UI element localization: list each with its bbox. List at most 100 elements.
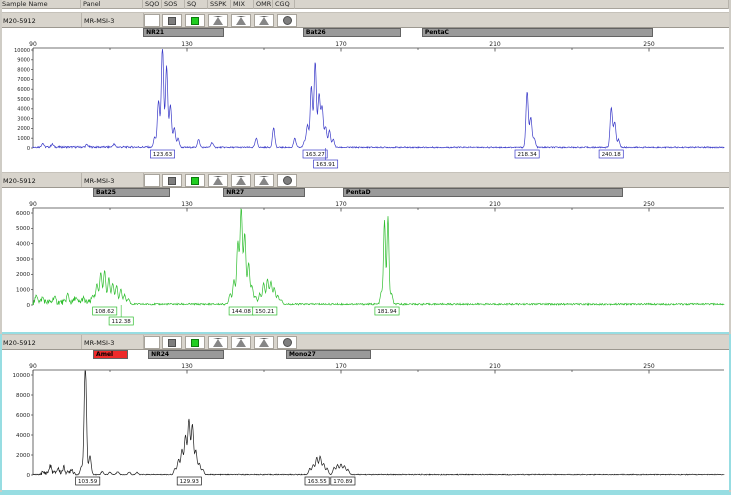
allele-label-text: 103.59 (78, 479, 98, 485)
omr-flag-cell[interactable] (254, 336, 274, 349)
allele-label-text: 170.89 (333, 479, 353, 485)
sos-flag-cell[interactable] (162, 336, 182, 349)
col-sample-name[interactable]: Sample Name (0, 0, 81, 9)
marker-nr24[interactable]: NR24 (148, 350, 224, 359)
y-tick-label: 1000 (16, 287, 30, 293)
marker-nr27[interactable]: NR27 (223, 188, 305, 197)
cgq-flag-cell[interactable] (277, 336, 297, 349)
sq-flag-icon (191, 339, 199, 347)
electropherogram-panel-3: M20-5912 MR-MSI-3 Amel NR24 Mono27 90 130 17… (0, 334, 731, 490)
y-tick-label: 6000 (17, 87, 30, 93)
y-tick-label: 9000 (17, 58, 30, 64)
sqo-cell[interactable] (144, 174, 160, 187)
y-tick-label: 10000 (13, 373, 31, 379)
electropherogram-plot[interactable]: 901301702102500200040006000800010000103.… (0, 360, 731, 490)
mix-flag-icon (236, 176, 246, 185)
col-sqo[interactable]: SQO (143, 0, 162, 9)
allele-label-text: 123.63 (153, 152, 173, 158)
panel-name: MR-MSI-3 (84, 339, 114, 347)
sqo-cell[interactable] (144, 14, 160, 27)
omr-flag-cell[interactable] (254, 174, 274, 187)
y-tick-label: 0 (27, 303, 31, 309)
col-omr[interactable]: OMR (254, 0, 273, 9)
marker-row: Amel NR24 Mono27 (0, 350, 731, 360)
x-tick-label: 90 (29, 201, 37, 208)
electropherogram-plot[interactable]: 9013017021025001000200030004000500060001… (0, 198, 731, 330)
marker-nr21[interactable]: NR21 (143, 28, 224, 37)
allele-label-text: 150.21 (255, 309, 274, 315)
y-tick-label: 2000 (16, 272, 30, 278)
sos-flag-cell[interactable] (162, 174, 182, 187)
col-panel[interactable]: Panel (81, 0, 143, 9)
allele-label-text: 218.34 (517, 152, 537, 158)
omr-flag-icon (259, 338, 269, 347)
selected-panel-highlight: M20-5912 MR-MSI-3 Amel NR24 Mono27 90 130 17… (0, 332, 731, 492)
x-tick-label: 250 (643, 363, 655, 370)
y-tick-label: 5000 (16, 226, 30, 232)
col-sos[interactable]: SOS (162, 0, 185, 9)
marker-mono27[interactable]: Mono27 (286, 350, 371, 359)
allele-label-text: 108.62 (95, 309, 114, 315)
x-tick-label: 90 (29, 41, 37, 48)
x-tick-label: 250 (643, 201, 655, 208)
cgq-flag-cell[interactable] (277, 14, 297, 27)
sample-name: M20-5912 (3, 177, 36, 185)
column-header-row: Sample Name Panel SQO SOS SQ SSPK MIX OM… (0, 0, 731, 9)
sample-row[interactable]: M20-5912 MR-MSI-3 (0, 334, 731, 350)
sspk-flag-cell[interactable] (208, 336, 228, 349)
mix-flag-cell[interactable] (231, 336, 251, 349)
sq-flag-cell[interactable] (185, 336, 205, 349)
marker-bat25[interactable]: Bat25 (93, 188, 170, 197)
y-tick-label: 6000 (16, 211, 30, 217)
y-tick-label: 8000 (17, 67, 30, 73)
y-tick-label: 4000 (17, 107, 30, 113)
sq-flag-cell[interactable] (185, 174, 205, 187)
cell-divider (81, 335, 82, 349)
col-mix[interactable]: MIX (231, 0, 254, 9)
mix-flag-cell[interactable] (231, 14, 251, 27)
cgq-flag-cell[interactable] (277, 174, 297, 187)
sspk-flag-cell[interactable] (208, 14, 228, 27)
mix-flag-cell[interactable] (231, 174, 251, 187)
sqo-cell[interactable] (144, 336, 160, 349)
x-tick-label: 170 (335, 363, 347, 370)
col-cgq[interactable]: CGQ (273, 0, 295, 9)
y-tick-label: 2000 (16, 453, 30, 459)
x-tick-label: 210 (489, 41, 501, 48)
x-tick-label: 130 (181, 363, 193, 370)
y-tick-label: 0 (27, 473, 31, 479)
electropherogram-plot[interactable]: 9013017021025001000200030004000500060007… (0, 38, 731, 170)
marker-row: Bat25 NR27 PentaD (0, 188, 731, 198)
marker-bat26[interactable]: Bat26 (303, 28, 401, 37)
allele-label-text: 240.18 (602, 152, 622, 158)
allele-label-text: 163.91 (316, 162, 335, 168)
col-sspk[interactable]: SSPK (208, 0, 231, 9)
sq-flag-cell[interactable] (185, 14, 205, 27)
sample-row[interactable]: M20-5912 MR-MSI-3 (0, 12, 731, 28)
sample-row[interactable]: M20-5912 MR-MSI-3 (0, 172, 731, 188)
marker-pentac[interactable]: PentaC (422, 28, 653, 37)
marker-amel[interactable]: Amel (93, 350, 128, 359)
y-tick-label: 8000 (16, 393, 30, 399)
electropherogram-panel-1: M20-5912 MR-MSI-3 NR21Bat26PentaC 901301… (0, 12, 731, 170)
sspk-flag-icon (213, 176, 223, 185)
sspk-flag-cell[interactable] (208, 174, 228, 187)
col-sq[interactable]: SQ (185, 0, 208, 9)
col-filler (295, 0, 729, 9)
mix-flag-icon (236, 16, 246, 25)
y-tick-label: 6000 (16, 413, 30, 419)
omr-flag-cell[interactable] (254, 14, 274, 27)
marker-pentad[interactable]: PentaD (343, 188, 623, 197)
allele-label-text: 112.38 (112, 319, 132, 325)
y-tick-label: 5000 (17, 97, 30, 103)
x-tick-label: 170 (335, 41, 347, 48)
cgq-flag-icon (283, 16, 292, 25)
trace-path (33, 49, 724, 148)
sq-flag-icon (191, 177, 199, 185)
y-tick-label: 7000 (17, 77, 30, 83)
sos-flag-cell[interactable] (162, 14, 182, 27)
sos-flag-icon (168, 17, 176, 25)
allele-label-text: 163.55 (308, 479, 328, 485)
x-tick-label: 90 (29, 363, 37, 370)
y-tick-label: 4000 (16, 241, 30, 247)
